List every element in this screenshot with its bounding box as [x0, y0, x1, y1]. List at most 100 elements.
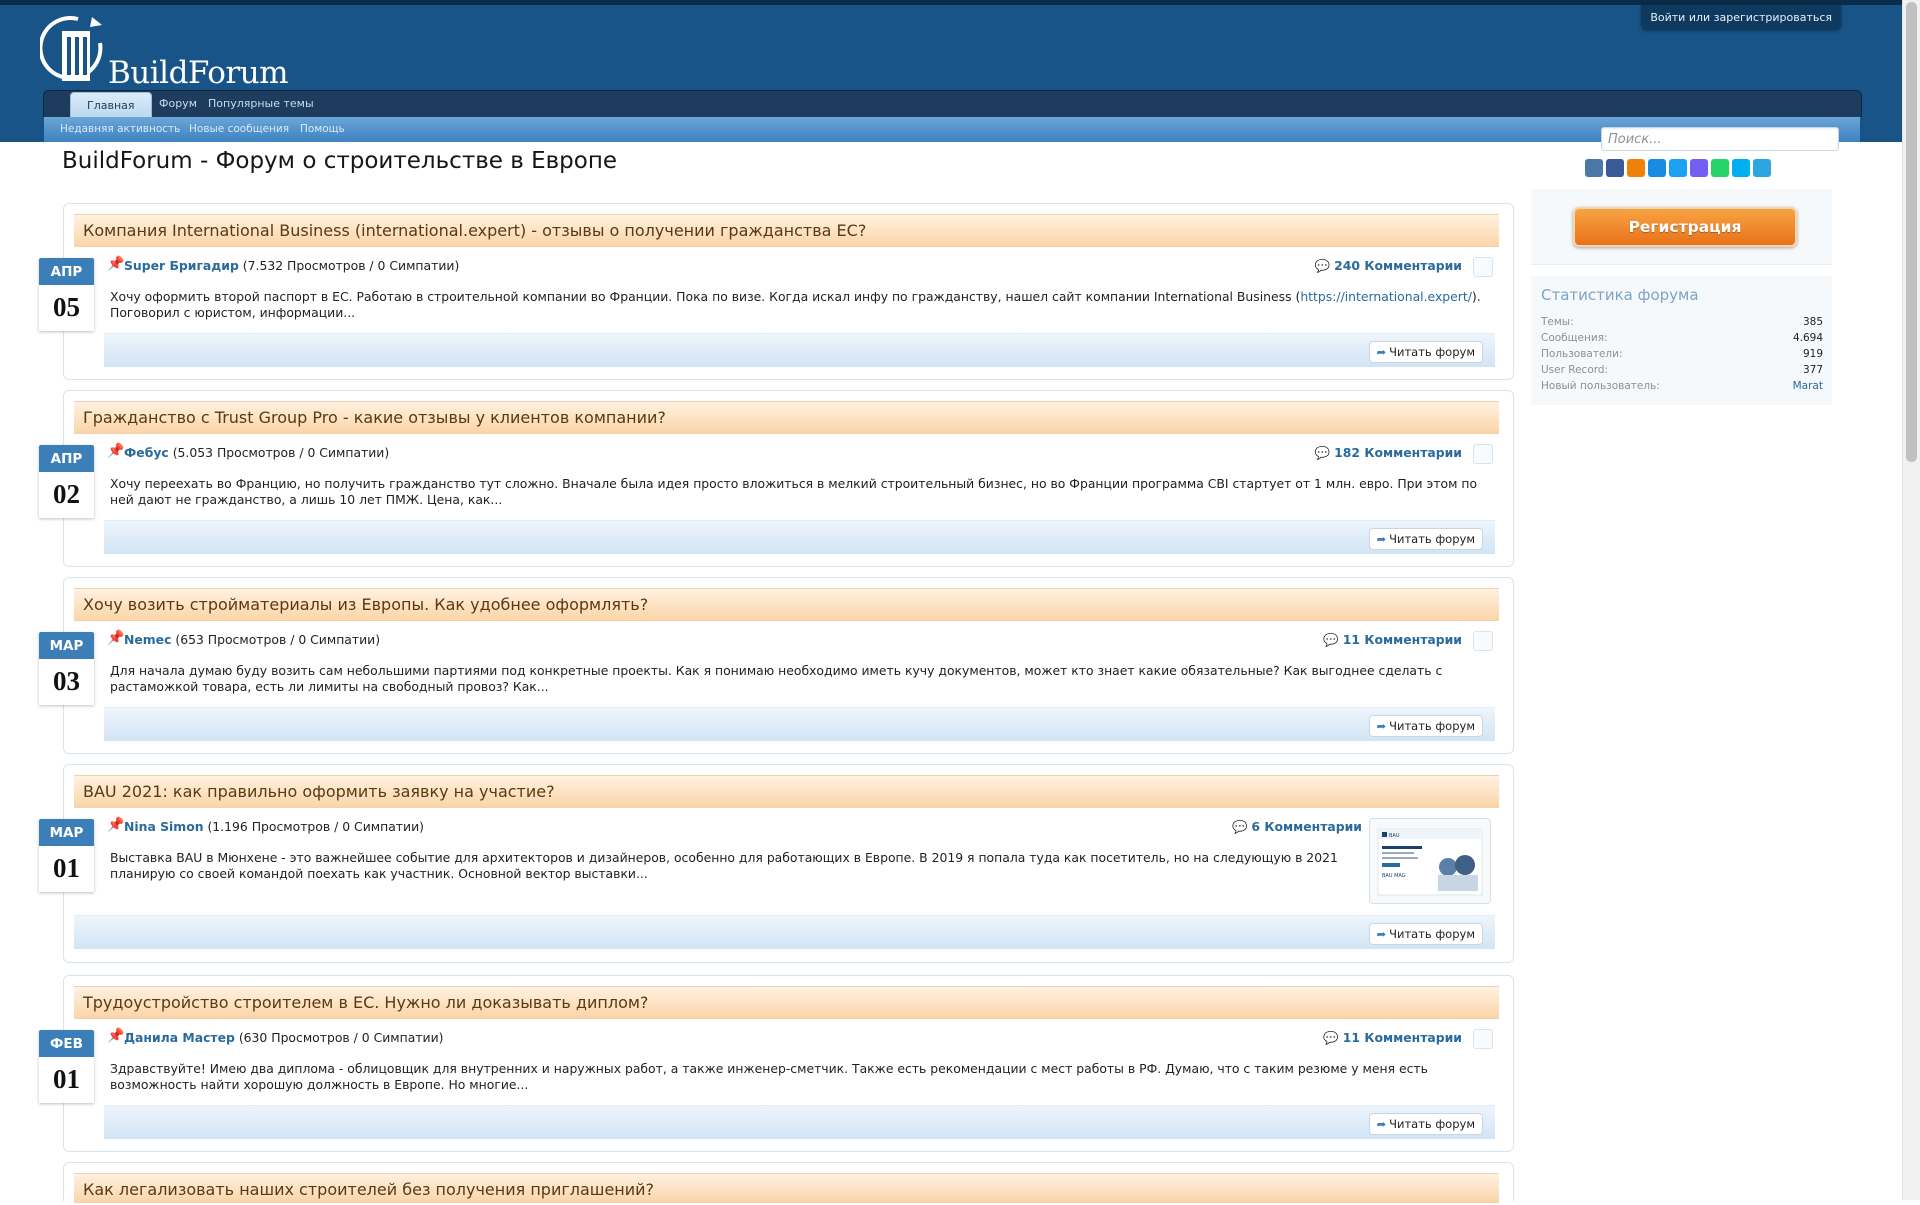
select-checkbox[interactable]	[1473, 444, 1493, 464]
thread-title-link[interactable]: Трудоустройство строителем в ЕС. Нужно л…	[83, 987, 648, 1018]
page-scrollbar[interactable]	[1902, 0, 1920, 1200]
thread-card: Хочу возить стройматериалы из Европы. Ка…	[63, 577, 1514, 754]
date-day: 03	[39, 659, 94, 705]
comment-bubble-icon: 💬	[1231, 819, 1248, 834]
thread-excerpt: Хочу оформить второй паспорт в ЕС. Работ…	[110, 289, 1490, 321]
pin-icon: 📌	[107, 1028, 125, 1044]
moimir-icon[interactable]	[1648, 159, 1666, 177]
logo-text[interactable]: BuildForum	[108, 55, 289, 91]
viber-icon[interactable]	[1690, 159, 1708, 177]
comment-bubble-icon: 💬	[1323, 1030, 1339, 1045]
thread-card: BAU 2021: как правильно оформить заявку …	[63, 764, 1514, 963]
comments-link[interactable]: 💬 6 Комментарии	[1232, 819, 1362, 835]
telegram-icon[interactable]	[1753, 159, 1771, 177]
thread-card: Гражданство с Trust Group Pro - какие от…	[63, 390, 1514, 567]
stat-value: 4.694	[1792, 332, 1823, 344]
author-link[interactable]: Данила Мастер	[124, 1030, 235, 1045]
read-forum-label: Читать форум	[1389, 719, 1475, 733]
read-forum-button[interactable]: ➦ Читать форум	[1369, 528, 1483, 550]
read-forum-button[interactable]: ➦ Читать форум	[1369, 341, 1483, 363]
stat-row-users: Пользователи: 919	[1541, 348, 1823, 360]
whatsapp-icon[interactable]	[1711, 159, 1729, 177]
read-forum-label: Читать форум	[1389, 1117, 1475, 1131]
thread-title-link[interactable]: Как легализовать наших строителей без по…	[83, 1174, 654, 1205]
thread-stats: (5.053 Просмотров / 0 Симпатии)	[168, 445, 390, 460]
thread-thumbnail[interactable]: BAU BAU MAG	[1369, 818, 1491, 904]
read-forum-label: Читать форум	[1389, 532, 1475, 546]
thread-card: Компания International Business (interna…	[63, 203, 1514, 380]
stat-value: 385	[1802, 316, 1823, 328]
thread-footer-bar: ➦ Читать форум	[104, 333, 1495, 367]
thread-excerpt: Для начала думаю буду возить сам небольш…	[110, 663, 1443, 694]
comment-bubble-icon: 💬	[1323, 632, 1339, 647]
comment-bubble-icon: 💬	[1314, 445, 1331, 460]
read-forum-button[interactable]: ➦ Читать форум	[1369, 715, 1483, 737]
comments-link[interactable]: 💬 11 Комментарии	[1323, 632, 1462, 648]
subnav-help[interactable]: Помощь	[300, 117, 345, 142]
read-forum-button[interactable]: ➦ Читать форум	[1369, 923, 1483, 945]
register-button[interactable]: Регистрация	[1573, 207, 1797, 247]
thread-stats: (7.532 Просмотров / 0 Симпатии)	[238, 258, 460, 273]
subnav-new-posts[interactable]: Новые сообщения	[189, 117, 289, 142]
login-register-link[interactable]: Войти или зарегистрироваться	[1641, 5, 1841, 30]
date-day: 05	[39, 285, 94, 331]
thread-footer-bar: ➦ Читать форум	[74, 915, 1495, 949]
tab-popular[interactable]: Популярные темы	[208, 91, 314, 117]
comments-link[interactable]: 💬 182 Комментарии	[1315, 445, 1462, 461]
search-input[interactable]	[1601, 127, 1839, 151]
buildforum-logo-icon[interactable]	[40, 13, 110, 89]
comments-count: 11 Комментарии	[1342, 632, 1462, 647]
comment-bubble-icon: 💬	[1314, 258, 1331, 273]
excerpt-link[interactable]: https://international.expert/	[1300, 289, 1472, 304]
thread-header: Как легализовать наших строителей без по…	[74, 1173, 1499, 1203]
read-forum-button[interactable]: ➦ Читать форум	[1369, 1113, 1483, 1135]
date-badge: ФЕВ 01	[39, 1030, 94, 1103]
thread-meta: Nemec (653 Просмотров / 0 Симпатии)	[124, 632, 380, 647]
author-link[interactable]: Super Бригадир	[124, 258, 239, 273]
scrollbar-thumb[interactable]	[1906, 2, 1917, 462]
odnoklassniki-icon[interactable]	[1627, 159, 1645, 177]
comments-link[interactable]: 💬 240 Комментарии	[1315, 258, 1462, 274]
stat-row-threads: Темы: 385	[1541, 316, 1823, 328]
thread-title-link[interactable]: Гражданство с Trust Group Pro - какие от…	[83, 402, 666, 433]
vk-icon[interactable]	[1585, 159, 1603, 177]
date-month: АПР	[39, 445, 94, 472]
pin-icon: 📌	[107, 817, 125, 833]
select-checkbox[interactable]	[1473, 1029, 1493, 1049]
forum-stats-panel: Статистика форума Темы: 385 Сообщения: 4.6…	[1531, 276, 1832, 405]
comments-link[interactable]: 💬 11 Комментарии	[1323, 1030, 1462, 1046]
main-navigation: Главная Форум Популярные темы	[43, 90, 1862, 120]
date-badge: АПР 02	[39, 445, 94, 518]
thread-meta: Nina Simon (1.196 Просмотров / 0 Симпати…	[124, 819, 424, 834]
twitter-icon[interactable]	[1669, 159, 1687, 177]
select-checkbox[interactable]	[1473, 631, 1493, 651]
date-month: МАР	[39, 819, 94, 846]
stat-label: Темы:	[1541, 316, 1574, 328]
select-checkbox[interactable]	[1473, 257, 1493, 277]
thread-meta: Super Бригадир (7.532 Просмотров / 0 Сим…	[124, 258, 459, 273]
date-day: 02	[39, 472, 94, 518]
thread-title-link[interactable]: Хочу возить стройматериалы из Европы. Ка…	[83, 589, 648, 620]
thread-excerpt: Здравствуйте! Имею два диплома - облицов…	[110, 1061, 1428, 1092]
newest-user-link[interactable]: Marat	[1793, 380, 1823, 392]
thread-card: Трудоустройство строителем в ЕС. Нужно л…	[63, 975, 1514, 1152]
stat-label: Сообщения:	[1541, 332, 1608, 344]
thread-stats: (1.196 Просмотров / 0 Симпатии)	[203, 819, 424, 834]
thread-excerpt: Выставка BAU в Мюнхене - это важнейшее с…	[110, 850, 1338, 881]
author-link[interactable]: Nemec	[124, 632, 171, 647]
page-title: BuildForum - Форум о строительстве в Евр…	[62, 148, 618, 174]
author-link[interactable]: Nina Simon	[124, 819, 204, 834]
skype-icon[interactable]	[1732, 159, 1750, 177]
thread-header: Компания International Business (interna…	[74, 214, 1499, 247]
thread-meta: Данила Мастер (630 Просмотров / 0 Симпат…	[124, 1030, 444, 1045]
tab-forum[interactable]: Форум	[159, 91, 197, 117]
thread-title-link[interactable]: BAU 2021: как правильно оформить заявку …	[83, 776, 555, 807]
author-link[interactable]: Фебус	[124, 445, 169, 460]
facebook-icon[interactable]	[1606, 159, 1624, 177]
thread-title-link[interactable]: Компания International Business (interna…	[83, 215, 866, 246]
thread-footer-bar: ➦ Читать форум	[104, 1105, 1495, 1139]
subnav-recent-activity[interactable]: Недавняя активность	[60, 117, 180, 142]
read-forum-label: Читать форум	[1389, 927, 1475, 941]
tab-home[interactable]: Главная	[70, 92, 152, 120]
date-day: 01	[39, 846, 94, 892]
